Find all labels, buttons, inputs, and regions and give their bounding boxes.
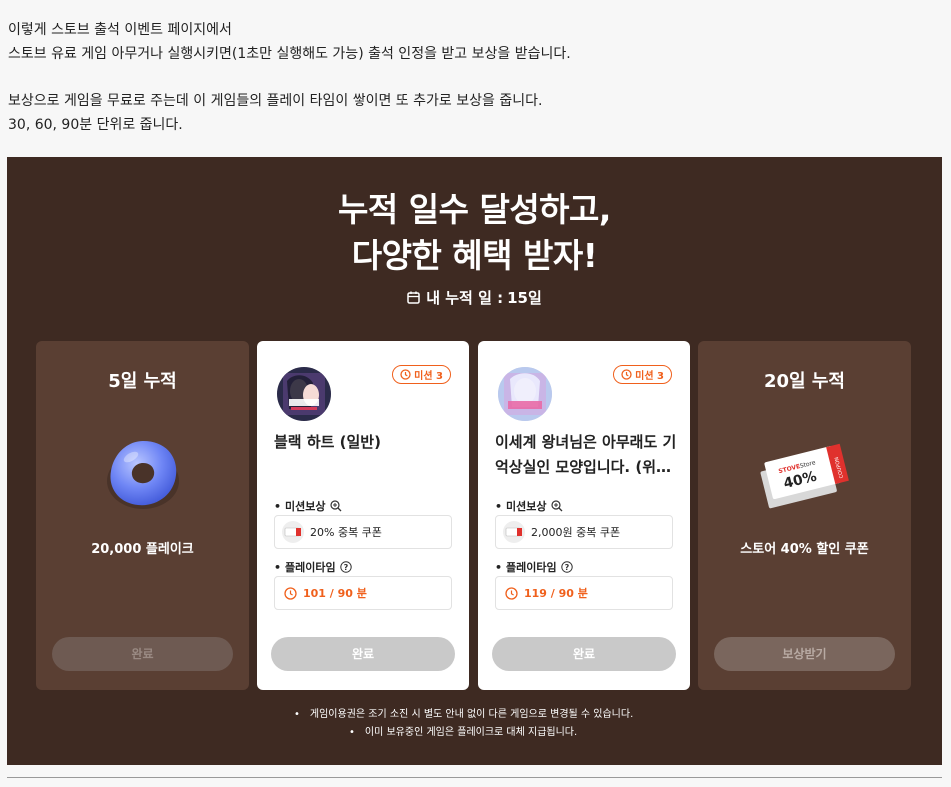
mission-reward-label: • 미션보상 xyxy=(495,498,563,514)
reward-label: 20,000 플레이크 xyxy=(91,542,194,557)
svg-text:?: ? xyxy=(343,563,348,572)
reward-value: 20% 중복 쿠폰 xyxy=(310,526,382,539)
svg-text:?: ? xyxy=(564,563,569,572)
playtime-value: 101 / 90 분 xyxy=(303,587,367,600)
coupon-icon xyxy=(282,521,304,543)
reward-card-5day: 5일 누적 20,000 플레이크 완료 xyxy=(36,341,249,690)
game-title: 블랙 하트 (일반) xyxy=(274,433,381,451)
my-days: 내 누적 일 : 15일 xyxy=(7,287,942,308)
calendar-icon xyxy=(407,291,420,304)
mission-badge-text: 미션 3 xyxy=(635,371,664,382)
game-title: 이세계 왕녀님은 아무래도 기억상실인 모양입니다. (위… xyxy=(495,433,677,476)
label-text: 플레이타임 xyxy=(285,561,336,574)
donut-icon xyxy=(106,441,179,509)
clock-icon xyxy=(505,586,518,600)
zoom-icon[interactable] xyxy=(550,500,563,512)
card-title: 20일 누적 xyxy=(764,371,845,392)
coupon-icon: STOVE Store 40% COUPON xyxy=(760,443,849,509)
reward-box: 20% 중복 쿠폰 xyxy=(274,515,452,549)
reward-value: 2,000원 중복 쿠폰 xyxy=(531,526,621,539)
help-icon[interactable]: ? xyxy=(339,561,352,573)
mission-card-isekai-princess: 미션 3 이세계 왕녀님은 아무래도 기억상실인 모양입니다. (위… • 미션… xyxy=(478,341,690,690)
coupon-icon xyxy=(503,521,525,543)
banner-headline: 누적 일수 달성하고, 다양한 혜택 받자! xyxy=(7,187,942,279)
playtime-box: 101 / 90 분 xyxy=(274,576,452,610)
intro-line: 이렇게 스토브 출석 이벤트 페이지에서 xyxy=(8,22,232,38)
claim-reward-button[interactable]: 보상받기 xyxy=(714,637,895,671)
intro-line: 스토브 유료 게임 아무거나 실행시키면(1초만 실행해도 가능) 출석 인정을… xyxy=(8,46,571,62)
zoom-icon[interactable] xyxy=(329,500,342,512)
complete-button[interactable]: 완료 xyxy=(492,637,676,671)
mission-badge: 미션 3 xyxy=(613,365,672,384)
notice-item: • 게임이용권은 조기 소진 시 별도 안내 없이 다른 게임으로 변경될 수 있… xyxy=(294,709,634,720)
mission-badge-text: 미션 3 xyxy=(414,371,443,382)
playtime-value: 119 / 90 분 xyxy=(524,587,588,600)
my-days-label: 내 누적 일 : xyxy=(426,289,504,307)
event-banner: 누적 일수 달성하고, 다양한 혜택 받자! 내 누적 일 : 15일 5일 누… xyxy=(7,157,942,765)
intro-line: 보상으로 게임을 무료로 주는데 이 게임들의 플레이 타임이 쌓이면 또 추가… xyxy=(8,93,543,109)
complete-button[interactable]: 완료 xyxy=(271,637,455,671)
playtime-label: • 플레이타임 ? xyxy=(274,559,352,575)
clock-icon xyxy=(284,586,297,600)
mission-reward-label: • 미션보상 xyxy=(274,498,342,514)
notice-text: 이미 보유중인 게임은 플레이크로 대체 지급됩니다. xyxy=(364,727,578,738)
intro-text: 이렇게 스토브 출석 이벤트 페이지에서 스토브 유료 게임 아무거나 실행시키… xyxy=(8,18,938,137)
card-title: 5일 누적 xyxy=(108,371,177,392)
intro-line: 30, 60, 90분 단위로 줍니다. xyxy=(8,117,183,133)
clock-icon xyxy=(621,369,632,380)
notice-list: • 게임이용권은 조기 소진 시 별도 안내 없이 다른 게임으로 변경될 수 있… xyxy=(7,706,942,742)
clock-icon xyxy=(400,369,411,380)
label-text: 플레이타임 xyxy=(506,561,557,574)
headline-line: 다양한 혜택 받자! xyxy=(351,236,598,275)
reward-label: 스토어 40% 할인 쿠폰 xyxy=(740,542,869,557)
playtime-box: 119 / 90 분 xyxy=(495,576,673,610)
reward-card-20day: 20일 누적 STOVE Store 40% COUPON 스토어 40% 할인… xyxy=(698,341,911,690)
game-thumbnail xyxy=(498,367,552,421)
notice-text: 게임이용권은 조기 소진 시 별도 안내 없이 다른 게임으로 변경될 수 있습… xyxy=(309,709,634,720)
mission-badge: 미션 3 xyxy=(392,365,451,384)
help-icon[interactable]: ? xyxy=(560,561,573,573)
divider xyxy=(7,777,942,778)
label-text: 미션보상 xyxy=(285,500,326,513)
label-text: 미션보상 xyxy=(506,500,547,513)
complete-button[interactable]: 완료 xyxy=(52,637,233,671)
mission-card-black-heart: 미션 3 블랙 하트 (일반) • 미션보상 20% 중복 쿠폰 • 플레이타임 xyxy=(257,341,469,690)
notice-item: • 이미 보유중인 게임은 플레이크로 대체 지급됩니다. xyxy=(349,727,578,738)
my-days-value: 15일 xyxy=(507,289,542,307)
reward-box: 2,000원 중복 쿠폰 xyxy=(495,515,673,549)
game-thumbnail xyxy=(277,367,331,421)
headline-line: 누적 일수 달성하고, xyxy=(338,190,611,229)
playtime-label: • 플레이타임 ? xyxy=(495,559,573,575)
